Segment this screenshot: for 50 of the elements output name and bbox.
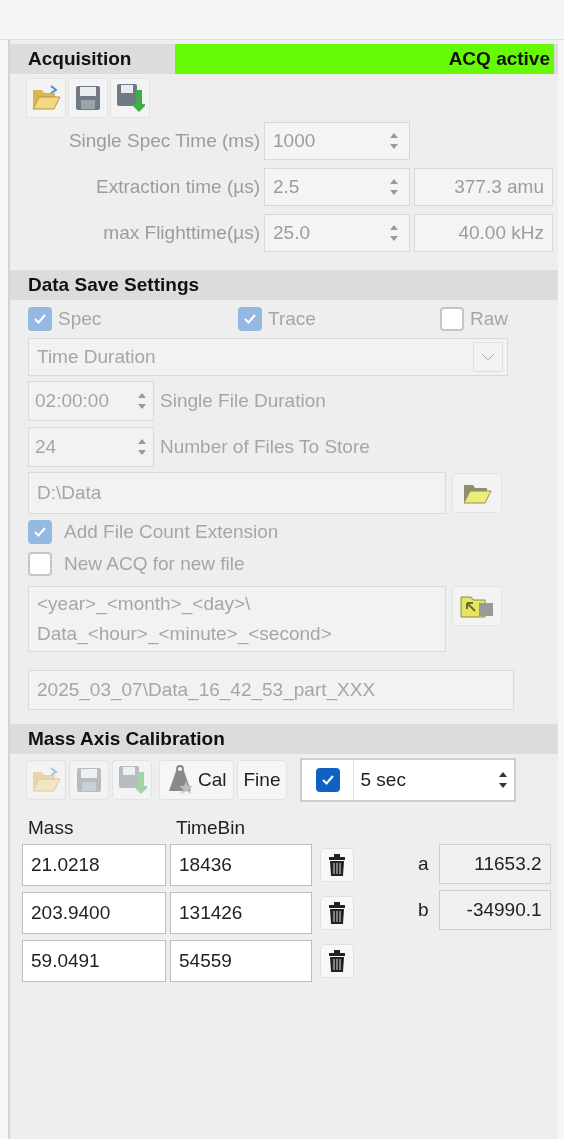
- section-header: Data Save Settings: [10, 270, 558, 300]
- open-folder-icon: [31, 84, 61, 112]
- open-folder-icon: [31, 766, 61, 794]
- mass-input[interactable]: 203.9400: [22, 892, 166, 934]
- floppy-disk-arrow-icon: [115, 82, 145, 114]
- field-label: Single Spec Time (ms): [67, 128, 260, 153]
- floppy-disk-arrow-icon: [117, 764, 147, 796]
- folder-icon: [462, 482, 492, 504]
- checkbox-label: Trace: [268, 306, 316, 331]
- checkmark-icon: [33, 313, 47, 325]
- checkmark-icon: [321, 774, 335, 786]
- fine-button[interactable]: Fine: [236, 760, 288, 800]
- field-label: Extraction time (µs): [94, 174, 260, 199]
- checkbox-label: New ACQ for new file: [64, 551, 245, 576]
- coefficient-label: a: [418, 851, 429, 876]
- mass-input[interactable]: 59.0491: [22, 940, 166, 982]
- trash-icon: [328, 902, 346, 924]
- delete-button[interactable]: [320, 896, 354, 930]
- checkmark-icon: [243, 313, 257, 325]
- folder-edit-icon: [459, 593, 495, 619]
- trash-icon: [328, 950, 346, 972]
- checkbox-label: Spec: [58, 306, 102, 331]
- field-label: max Flighttime(µs): [102, 220, 260, 245]
- checkbox-label: Add File Count Extension: [64, 519, 279, 544]
- weight-star-icon: [166, 765, 194, 795]
- coefficient-value: 11653.2: [438, 844, 551, 884]
- section-header: Mass Axis Calibration: [10, 724, 558, 754]
- timebin-input[interactable]: 18436: [170, 844, 312, 886]
- checkbox-label: Raw: [470, 306, 508, 331]
- checkbox[interactable]: [316, 768, 340, 792]
- chevron-down-icon: [473, 342, 503, 372]
- status-indicator: ACQ active: [175, 44, 554, 74]
- section-header: Acquisition: [28, 46, 133, 71]
- mass-input[interactable]: 21.0218: [22, 844, 166, 886]
- trash-icon: [328, 854, 346, 876]
- coefficient-value: -34990.1: [438, 890, 551, 930]
- readout-field: 377.3 amu: [414, 168, 553, 206]
- delete-button[interactable]: [320, 944, 354, 978]
- column-header: TimeBin: [176, 815, 246, 840]
- file-name-preview: 2025_03_07\Data_16_42_53_part_XXX: [28, 670, 514, 710]
- field-label: Single File Duration: [160, 388, 326, 413]
- calibrate-button[interactable]: Cal: [159, 760, 234, 800]
- timebin-input[interactable]: 54559: [170, 940, 312, 982]
- delete-button[interactable]: [320, 848, 354, 882]
- column-header: Mass: [28, 815, 75, 840]
- checkmark-icon: [33, 526, 47, 538]
- readout-field: 40.00 kHz: [414, 214, 553, 252]
- coefficient-label: b: [418, 897, 429, 922]
- timebin-input[interactable]: 131426: [170, 892, 312, 934]
- field-label: Number of Files To Store: [160, 434, 370, 459]
